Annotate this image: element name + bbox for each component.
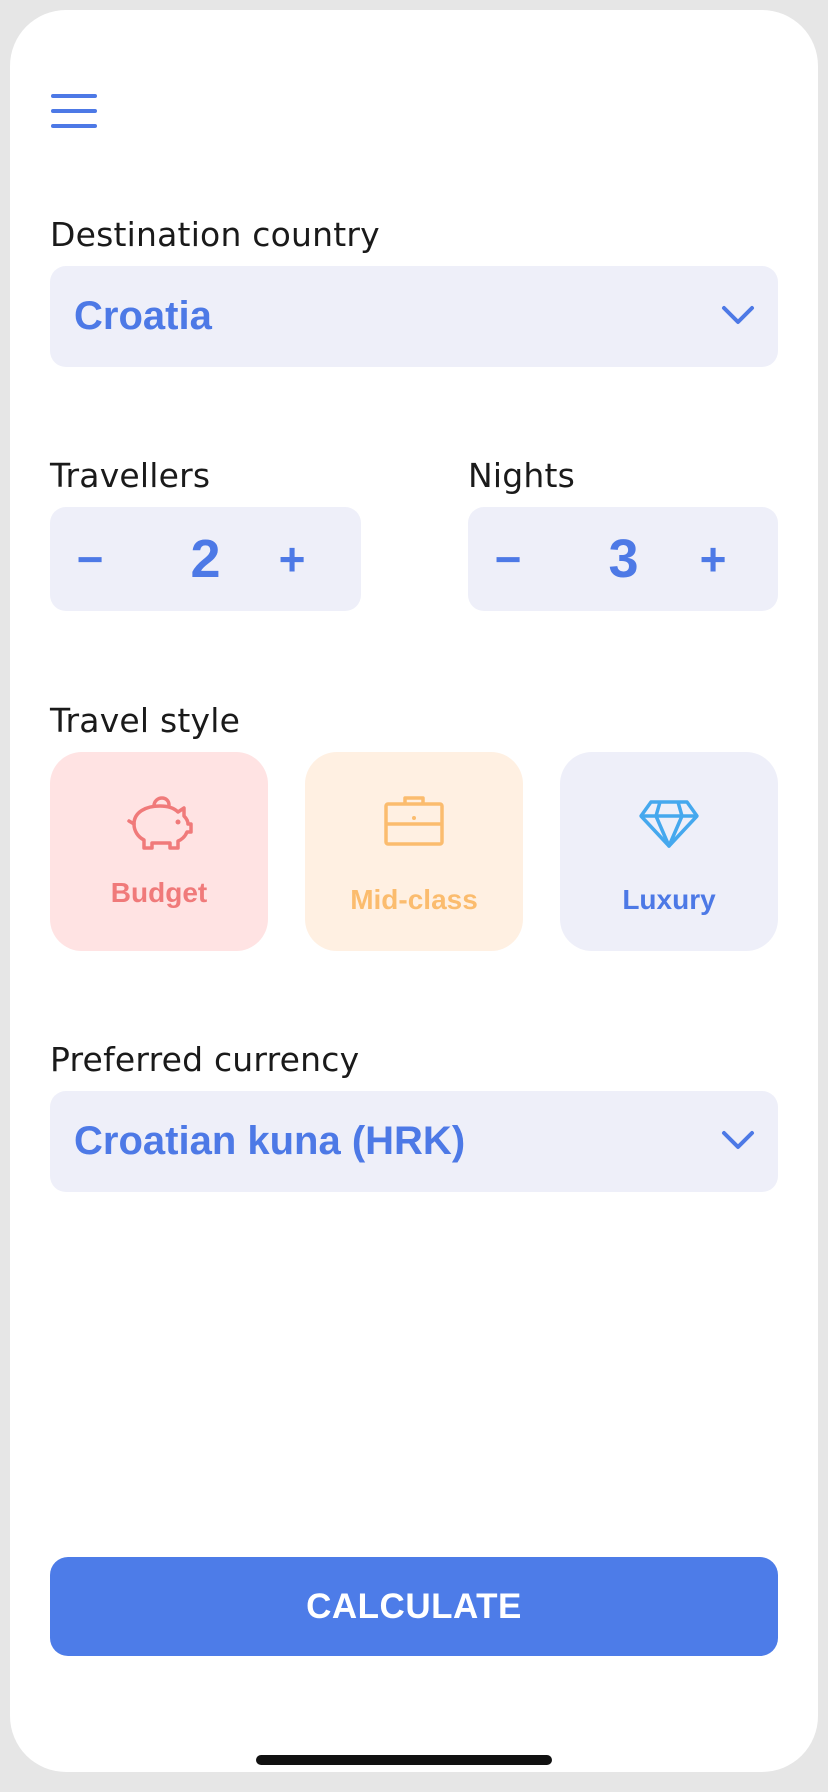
luxury-label: Luxury [622, 884, 716, 915]
destination-select[interactable]: Croatia [50, 266, 778, 367]
travellers-value: 2 [190, 529, 221, 589]
destination-value: Croatia [74, 294, 212, 338]
currency-label: Preferred currency [50, 1040, 360, 1079]
travel-style-luxury[interactable]: Luxury [560, 752, 778, 951]
home-indicator[interactable] [256, 1755, 552, 1765]
chevron-down-icon [722, 1131, 754, 1149]
calculate-button[interactable]: CALCULATE [50, 1557, 778, 1656]
chevron-down-icon [722, 306, 754, 324]
currency-value: Croatian kuna (HRK) [74, 1119, 466, 1163]
nights-increment-button[interactable]: + [673, 507, 753, 611]
diamond-icon [639, 800, 699, 848]
travel-style-budget[interactable]: Budget [50, 752, 268, 951]
mid-class-label: Mid-class [350, 884, 478, 915]
travellers-label: Travellers [50, 456, 211, 495]
travellers-decrement-button[interactable]: − [50, 507, 130, 611]
budget-label: Budget [110, 877, 208, 908]
destination-label: Destination country [50, 215, 380, 254]
travellers-stepper: − 2 + [50, 507, 361, 611]
nights-stepper: − 3 + [468, 507, 778, 611]
briefcase-icon [384, 796, 444, 846]
travel-style-mid-class[interactable]: Mid-class [305, 752, 523, 951]
nights-label: Nights [468, 456, 576, 495]
travel-style-label: Travel style [50, 701, 241, 740]
currency-select[interactable]: Croatian kuna (HRK) [50, 1091, 778, 1192]
app-screen: Destination country Croatia Travellers −… [10, 10, 818, 1772]
nights-decrement-button[interactable]: − [468, 507, 548, 611]
nights-value: 3 [608, 529, 639, 589]
hamburger-menu-icon[interactable] [51, 82, 99, 128]
travellers-increment-button[interactable]: + [252, 507, 332, 611]
piggy-bank-icon [127, 796, 193, 850]
